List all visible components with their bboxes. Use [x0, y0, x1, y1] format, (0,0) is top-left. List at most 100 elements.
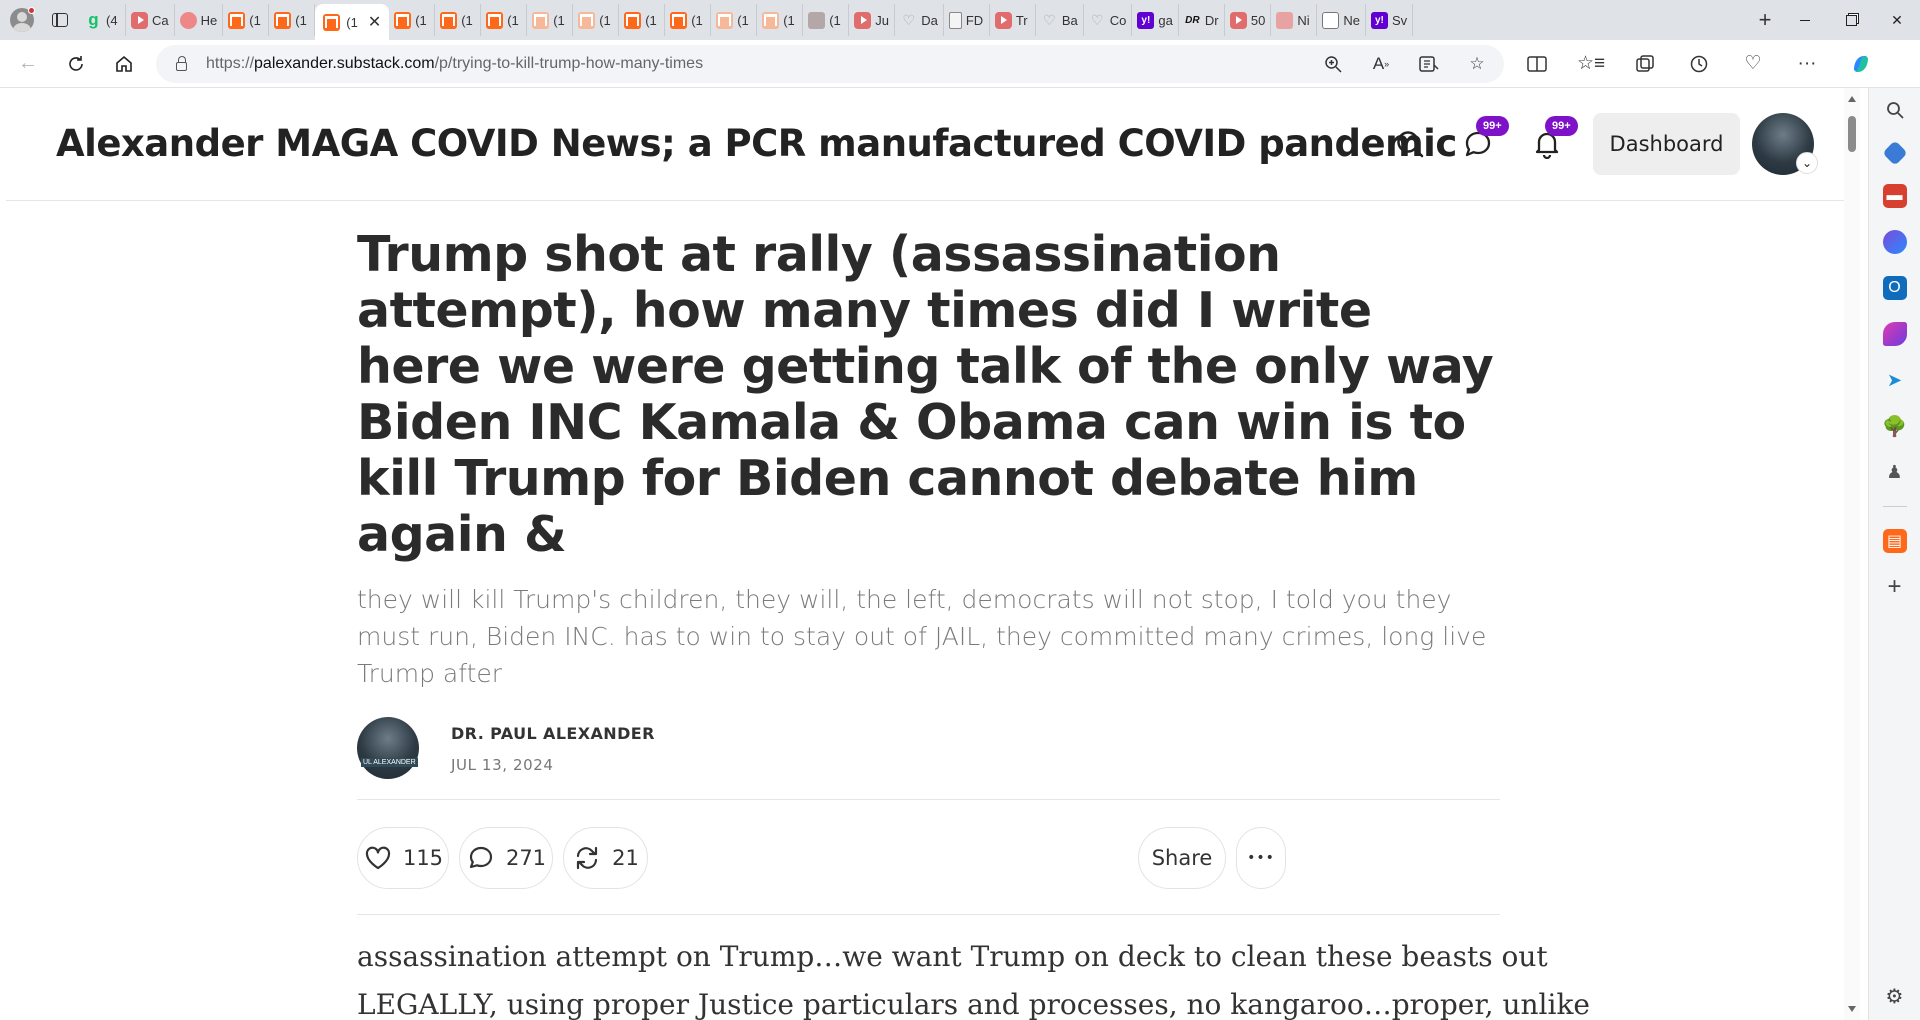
- like-count: 115: [402, 846, 444, 870]
- new-tab-button[interactable]: +: [1748, 7, 1782, 33]
- tab[interactable]: (1: [223, 4, 270, 36]
- tab[interactable]: Ne: [1317, 4, 1366, 36]
- site-header: Alexander MAGA COVID News; a PCR manufac…: [6, 88, 1844, 201]
- copilot-icon[interactable]: [1834, 44, 1888, 84]
- address-bar[interactable]: https://palexander.substack.com/p/trying…: [156, 44, 1504, 83]
- header-notifications-button[interactable]: 99+: [1527, 116, 1578, 164]
- tab[interactable]: y! ga: [1132, 4, 1179, 36]
- favorite-star-icon[interactable]: ☆: [1458, 48, 1496, 80]
- sidebar-substack-icon[interactable]: ▤: [1882, 529, 1907, 553]
- sidebar-telegram-icon[interactable]: ➤: [1883, 368, 1907, 392]
- url-text[interactable]: https://palexander.substack.com/p/trying…: [206, 55, 1314, 73]
- author-name[interactable]: DR. PAUL ALEXANDER: [451, 724, 655, 743]
- restack-count: 21: [612, 846, 639, 870]
- back-button[interactable]: ←: [8, 44, 48, 84]
- substack-icon: [274, 11, 292, 29]
- tab[interactable]: (1: [435, 4, 482, 36]
- sidebar-outlook-icon[interactable]: O: [1882, 276, 1907, 300]
- history-icon[interactable]: [1672, 44, 1726, 84]
- author-avatar-caption: UL ALEXANDER: [361, 758, 418, 767]
- tab[interactable]: (1: [527, 4, 574, 36]
- tab-label: (1: [346, 14, 358, 30]
- post-actions: 115 271 21 Share •••: [357, 800, 1500, 914]
- browser-essentials-icon[interactable]: ♡: [1726, 44, 1780, 84]
- settings-more-icon[interactable]: ···: [1780, 44, 1834, 84]
- like-button[interactable]: 115: [357, 827, 449, 889]
- tab-label: (1: [737, 12, 749, 28]
- restack-button[interactable]: 21: [563, 827, 648, 889]
- profile-button[interactable]: [0, 0, 44, 40]
- restore-button[interactable]: [1828, 0, 1874, 40]
- divider: [357, 914, 1500, 915]
- more-options-button[interactable]: •••: [1236, 827, 1286, 889]
- tab[interactable]: g (4: [80, 4, 126, 36]
- sidebar-designer-icon[interactable]: [1882, 322, 1907, 346]
- tab[interactable]: (1: [481, 4, 528, 36]
- tab[interactable]: He: [175, 4, 224, 36]
- refresh-button[interactable]: [56, 44, 96, 84]
- tab[interactable]: FD: [944, 4, 990, 36]
- tab[interactable]: (1: [573, 4, 620, 36]
- tab[interactable]: ♡ Da: [895, 4, 944, 36]
- tab[interactable]: Tr: [990, 4, 1036, 36]
- author-avatar[interactable]: UL ALEXANDER: [357, 717, 419, 779]
- tab-label: (1: [507, 12, 519, 28]
- home-button[interactable]: [104, 44, 144, 84]
- tab[interactable]: ♡ Co: [1084, 4, 1133, 36]
- lock-icon[interactable]: [172, 55, 190, 73]
- site-title[interactable]: Alexander MAGA COVID News; a PCR manufac…: [56, 122, 1457, 165]
- share-button[interactable]: Share: [1138, 827, 1226, 889]
- sidebar-games-icon[interactable]: ♟: [1883, 460, 1907, 484]
- tab[interactable]: (1: [803, 4, 850, 36]
- tab[interactable]: (1: [711, 4, 758, 36]
- notification-dot: [28, 7, 35, 14]
- read-aloud-icon[interactable]: A»: [1362, 48, 1400, 80]
- dashboard-button[interactable]: Dashboard: [1593, 113, 1740, 175]
- tab-label: (1: [599, 12, 611, 28]
- substack-icon: [394, 11, 412, 29]
- split-screen-icon[interactable]: [1510, 44, 1564, 84]
- tab[interactable]: (1: [665, 4, 712, 36]
- scroll-up-arrow-icon[interactable]: [1848, 96, 1856, 102]
- sidebar-search-icon[interactable]: [1883, 98, 1907, 122]
- comment-button[interactable]: 271: [459, 827, 553, 889]
- yahoo-icon: y!: [1370, 11, 1388, 29]
- immersive-reader-icon[interactable]: [1410, 48, 1448, 80]
- header-chat-button[interactable]: 99+: [1458, 116, 1509, 164]
- tab[interactable]: (1: [389, 4, 436, 36]
- tab[interactable]: 50: [1225, 4, 1272, 36]
- tab-label: ga: [1158, 12, 1173, 28]
- scrollbar-thumb[interactable]: [1848, 116, 1856, 152]
- page-scrollbar[interactable]: [1844, 88, 1860, 1020]
- tab[interactable]: (1: [757, 4, 804, 36]
- scroll-down-arrow-icon[interactable]: [1848, 1006, 1856, 1012]
- tab[interactable]: y! Sv: [1366, 4, 1414, 36]
- close-window-button[interactable]: ✕: [1874, 0, 1920, 40]
- tab-active[interactable]: (1 ✕: [315, 4, 390, 40]
- sidebar-add-icon[interactable]: +: [1883, 573, 1907, 600]
- collections-icon[interactable]: [1618, 44, 1672, 84]
- sidebar-tree-game-icon[interactable]: 🌳: [1882, 414, 1907, 438]
- tab-strip: g (4 Ca He (1 (1 (1 ✕ (1 (1 (1 (1 (1 (1 (1 (1 (1 (1 Ju ♡ Da F…: [0, 0, 1920, 40]
- tab[interactable]: Ju: [849, 4, 896, 36]
- zoom-icon[interactable]: [1314, 48, 1352, 80]
- close-tab-icon[interactable]: ✕: [368, 12, 381, 32]
- tab[interactable]: DR Dr: [1179, 4, 1225, 36]
- favorites-icon[interactable]: ☆≡: [1564, 44, 1618, 84]
- sidebar-m365-icon[interactable]: [1882, 230, 1907, 254]
- tab-actions-button[interactable]: [44, 0, 76, 40]
- tab[interactable]: ♡ Ba: [1036, 4, 1084, 36]
- yahoo-icon: y!: [1137, 11, 1155, 29]
- tab[interactable]: (1: [619, 4, 666, 36]
- header-search-button[interactable]: [1390, 124, 1430, 164]
- sidebar-shopping-tag-icon[interactable]: [1881, 140, 1908, 166]
- minimize-button[interactable]: [1782, 0, 1828, 40]
- sidebar-tools-briefcase-icon[interactable]: ▬: [1882, 184, 1907, 208]
- tab[interactable]: Ca: [126, 4, 175, 36]
- tab-label: He: [200, 12, 218, 28]
- chevron-down-icon[interactable]: ⌄: [1796, 152, 1818, 174]
- tab[interactable]: Ni: [1271, 4, 1318, 36]
- tab[interactable]: (1: [269, 4, 316, 36]
- sidebar-settings-gear-icon[interactable]: ⚙: [1883, 984, 1907, 1008]
- youtube-icon: [131, 11, 148, 29]
